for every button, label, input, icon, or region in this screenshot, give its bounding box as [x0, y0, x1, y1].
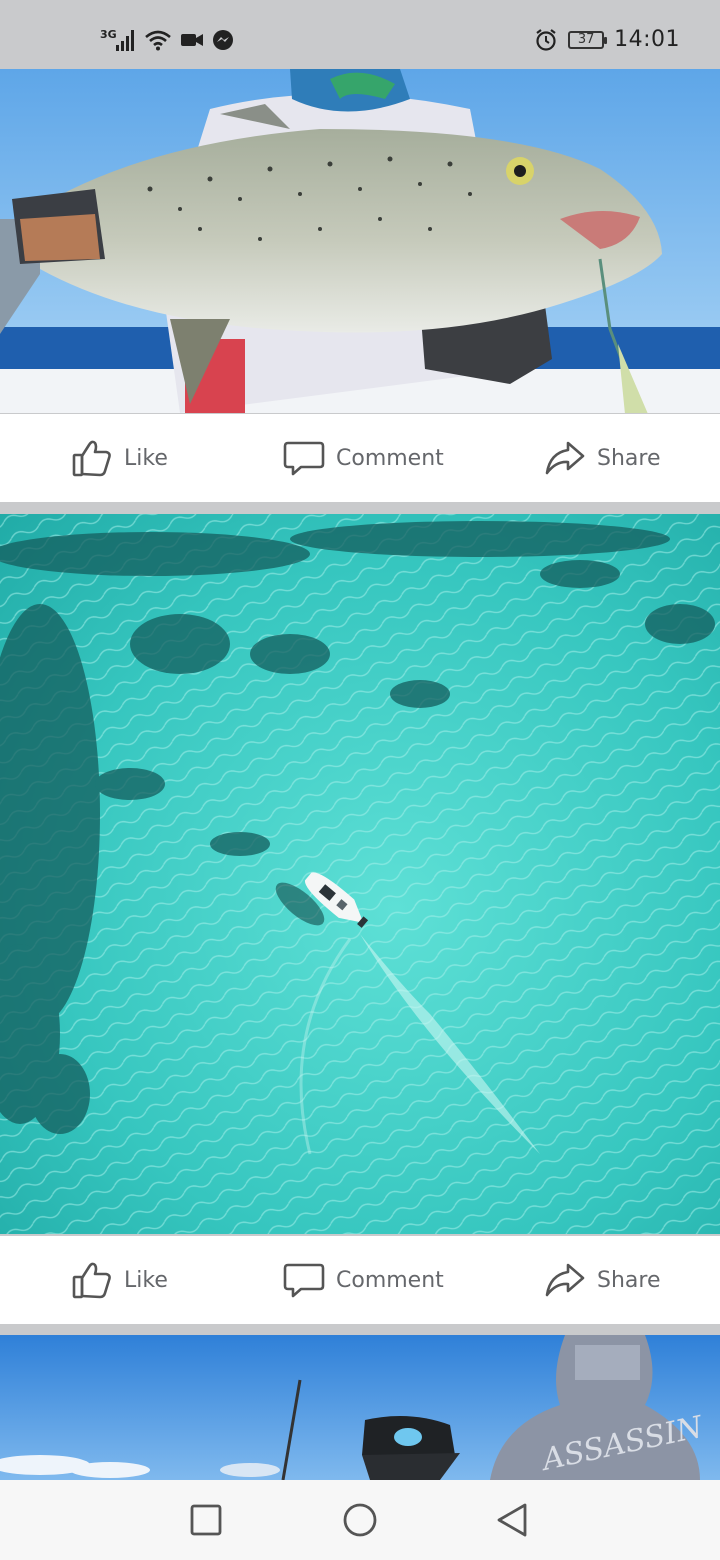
recents-square-icon[interactable]	[188, 1502, 224, 1538]
share-arrow-icon	[543, 436, 587, 480]
post-2-like-button[interactable]: Like	[70, 1236, 168, 1324]
system-nav-bar	[0, 1480, 720, 1560]
post-2-action-bar: Like Comment Share	[0, 1236, 720, 1324]
messenger-icon	[213, 30, 233, 50]
battery-icon: 37	[568, 30, 608, 49]
post-1-like-button[interactable]: Like	[70, 414, 168, 502]
like-label: Like	[124, 1267, 168, 1293]
speech-bubble-icon	[282, 436, 326, 480]
video-call-icon	[181, 34, 203, 46]
status-right-icons: 37 14:01	[534, 27, 680, 52]
comment-label: Comment	[336, 1267, 444, 1293]
post-separator	[0, 502, 720, 514]
home-circle-icon[interactable]	[342, 1502, 378, 1538]
post-2-share-button[interactable]: Share	[543, 1236, 661, 1324]
network-type: 3G	[100, 28, 117, 41]
fish-catch-photo[interactable]	[0, 69, 720, 413]
post-2-comment-button[interactable]: Comment	[282, 1236, 444, 1324]
wifi-icon	[145, 30, 171, 51]
clock: 14:01	[614, 27, 680, 52]
post-1-comment-button[interactable]: Comment	[282, 414, 444, 502]
share-arrow-icon	[543, 1258, 587, 1302]
back-triangle-icon[interactable]	[494, 1502, 530, 1538]
anglers-on-boat-photo[interactable]: ASSASSIN	[0, 1335, 720, 1480]
status-left-icons: 3G	[100, 27, 234, 53]
thumbs-up-icon	[70, 436, 114, 480]
battery-level: 37	[577, 32, 595, 47]
post-1-action-bar: Like Comment Share	[0, 414, 720, 502]
signal-icon: 3G	[100, 28, 134, 51]
post-1-share-button[interactable]: Share	[543, 414, 661, 502]
alarm-icon	[536, 28, 556, 51]
thumbs-up-icon	[70, 1258, 114, 1302]
speech-bubble-icon	[282, 1258, 326, 1302]
post-separator	[0, 1324, 720, 1335]
reef-boat-aerial-photo[interactable]	[0, 514, 720, 1234]
share-label: Share	[597, 445, 661, 471]
status-bar: 3G 37 14:01	[0, 0, 720, 69]
share-label: Share	[597, 1267, 661, 1293]
like-label: Like	[124, 445, 168, 471]
comment-label: Comment	[336, 445, 444, 471]
